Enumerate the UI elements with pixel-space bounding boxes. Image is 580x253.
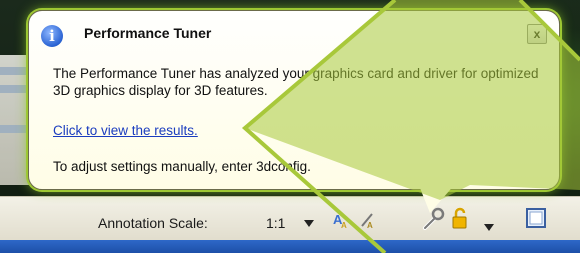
clean-screen-icon[interactable]: [526, 208, 546, 228]
annotation-scale-value[interactable]: 1:1: [266, 215, 285, 231]
status-bar: [0, 196, 580, 241]
annotation-scale-label: Annotation Scale:: [98, 215, 208, 231]
balloon-message: The Performance Tuner has analyzed your …: [53, 66, 539, 98]
svg-text:A: A: [341, 221, 347, 230]
notification-balloon: i Performance Tuner x The Performance Tu…: [28, 10, 560, 190]
annotation-scale-dropdown-icon[interactable]: [304, 220, 314, 227]
balloon-title: Performance Tuner: [84, 25, 212, 41]
chevron-down-icon[interactable]: [484, 224, 494, 231]
info-icon: i: [41, 25, 63, 47]
balloon-tail: [418, 183, 456, 213]
svg-text:A: A: [367, 221, 373, 230]
taskbar-strip: [0, 240, 580, 253]
balloon-footer: To adjust settings manually, enter 3dcon…: [53, 159, 311, 174]
view-results-link[interactable]: Click to view the results.: [53, 123, 198, 138]
annotation-visibility-icon[interactable]: A: [356, 208, 378, 230]
close-button[interactable]: x: [527, 24, 547, 44]
annotation-scale-icon[interactable]: A A: [330, 208, 352, 230]
